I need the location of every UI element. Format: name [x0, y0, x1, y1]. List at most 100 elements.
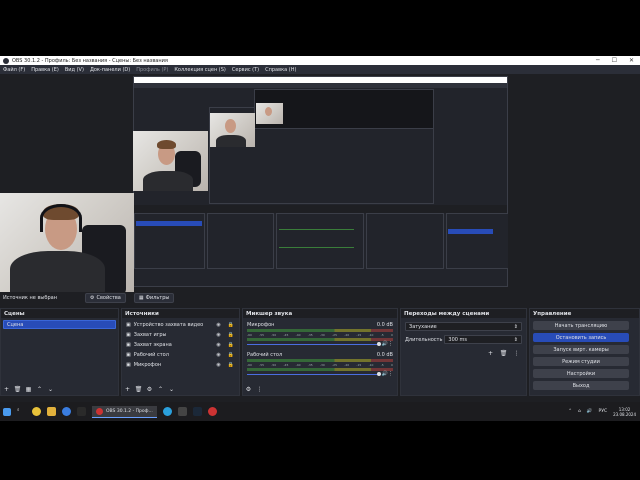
- obs-window: OBS 30.1.2 - Профиль: Без названия - Сце…: [0, 56, 640, 421]
- menu-docks[interactable]: Док-панели (D): [90, 67, 130, 73]
- gear-icon[interactable]: ⚙: [146, 386, 153, 393]
- telegram-icon[interactable]: [162, 407, 172, 416]
- folder-icon[interactable]: [47, 407, 56, 416]
- language-indicator[interactable]: РУС: [598, 409, 607, 414]
- system-tray: ⌃ ⌂ 🔊 РУС 13:02 23.08.2024: [568, 407, 640, 417]
- eye-icon[interactable]: ◉: [216, 362, 220, 368]
- app-icon[interactable]: [207, 407, 217, 416]
- chevron-up-icon[interactable]: ⌃: [157, 386, 164, 393]
- level-meter: [247, 338, 393, 341]
- volume-slider[interactable]: 🔊 ⋮: [247, 341, 393, 347]
- sources-toolbar: + 🗑 ⚙ ⌃ ⌄: [124, 386, 175, 393]
- network-icon[interactable]: ⌂: [578, 409, 581, 414]
- controls-dock: Управление Начать трансляцию Остановить …: [529, 308, 640, 396]
- source-item[interactable]: ▣ Устройство захвата видео ◉ 🔒: [124, 320, 237, 330]
- taskbar-obs-item[interactable]: OBS 30.1.2 - Проф...: [92, 405, 157, 418]
- trash-icon[interactable]: 🗑: [135, 386, 143, 393]
- mixer-title: Микшер звука: [243, 309, 397, 318]
- preview-area: [0, 74, 640, 294]
- source-item[interactable]: ▣ Микрофон ◉ 🔒: [124, 360, 237, 370]
- volume-icon[interactable]: 🔊: [587, 409, 593, 414]
- channel-db: 0.0 dB: [376, 322, 393, 328]
- scenes-toolbar: + 🗑 ▦ ⌃ ⌄: [3, 386, 54, 393]
- lock-icon[interactable]: 🔒: [228, 322, 234, 328]
- browser-icon[interactable]: [32, 407, 41, 416]
- transition-select[interactable]: Затухание ⇕: [405, 322, 522, 331]
- duration-label: Длительность: [405, 336, 443, 343]
- menu-file[interactable]: Файл (F): [3, 67, 25, 73]
- window-controls: ─ ☐ ✕: [596, 57, 640, 64]
- chevron-up-icon[interactable]: ⌃: [36, 386, 43, 393]
- more-icon[interactable]: ⋮: [513, 350, 520, 357]
- lock-icon[interactable]: 🔒: [228, 362, 234, 368]
- search-icon[interactable]: ⌕: [17, 407, 26, 416]
- no-source-label: Источник не выбран: [3, 295, 57, 301]
- nested-webcam-2: [210, 113, 255, 147]
- menu-scene-collection[interactable]: Коллекция сцен (S): [174, 67, 226, 73]
- start-virtual-camera-button[interactable]: Запуск вирт. камеры: [533, 345, 629, 354]
- controls-title: Управление: [530, 309, 639, 318]
- lock-icon[interactable]: 🔒: [228, 332, 234, 338]
- settings-button[interactable]: Настройки: [533, 369, 629, 378]
- filters-button[interactable]: ▦ Фильтры: [133, 293, 175, 303]
- source-item[interactable]: ▣ Захват экрана ◉ 🔒: [124, 340, 237, 350]
- eye-icon[interactable]: ◉: [216, 322, 220, 328]
- app-icon[interactable]: [77, 407, 86, 416]
- channel-db: 0.0 dB: [376, 352, 393, 358]
- source-item[interactable]: ▣ Захват игры ◉ 🔒: [124, 330, 237, 340]
- chevron-down-icon[interactable]: ⌄: [47, 386, 54, 393]
- add-icon[interactable]: +: [124, 386, 131, 393]
- webcam-capture[interactable]: [0, 193, 134, 294]
- chevron-down-icon[interactable]: ⌄: [168, 386, 175, 393]
- duration-input[interactable]: 300 ms ⇕: [444, 335, 522, 344]
- menu-tools[interactable]: Сервис (T): [232, 67, 259, 73]
- chevron-up-icon[interactable]: ⌃: [568, 409, 572, 414]
- more-icon[interactable]: ⋮: [388, 341, 393, 347]
- scene-item[interactable]: Сцена: [3, 320, 116, 329]
- trash-icon[interactable]: 🗑: [500, 350, 508, 357]
- clock[interactable]: 13:02 23.08.2024: [613, 407, 636, 417]
- scenes-title: Сцены: [1, 309, 118, 318]
- source-item[interactable]: ▣ Рабочий стол ◉ 🔒: [124, 350, 237, 360]
- program-preview[interactable]: [133, 76, 508, 287]
- mixer-channel-desktop: Рабочий стол 0.0 dB -60 -55 -50 -45 -40 -35 -30…: [245, 352, 395, 377]
- lock-icon[interactable]: 🔒: [228, 342, 234, 348]
- more-icon[interactable]: ⋮: [388, 371, 393, 377]
- eye-icon[interactable]: ◉: [216, 352, 220, 358]
- gear-icon[interactable]: ⚙: [245, 386, 252, 393]
- chevron-updown-icon: ⇕: [513, 336, 518, 343]
- menu-edit[interactable]: Правка (E): [31, 67, 59, 73]
- taskbar: ⌕ OBS 30.1.2 - Проф... ⌃ ⌂ 🔊 РУС 13:02 23…: [0, 402, 640, 421]
- filter-icon: ▦: [138, 295, 144, 301]
- close-icon[interactable]: ✕: [629, 57, 634, 64]
- stop-recording-button[interactable]: Остановить запись: [533, 333, 629, 342]
- eye-icon[interactable]: ◉: [216, 342, 220, 348]
- minimize-icon[interactable]: ─: [596, 57, 600, 64]
- trash-icon[interactable]: 🗑: [14, 386, 22, 393]
- maximize-icon[interactable]: ☐: [612, 57, 617, 64]
- exit-button[interactable]: Выход: [533, 381, 629, 390]
- sources-dock: Источники ▣ Устройство захвата видео ◉ 🔒 ▣ З…: [121, 308, 240, 396]
- speaker-icon: ▣: [126, 352, 131, 358]
- menu-profile[interactable]: Профиль (P): [136, 67, 168, 73]
- steam-icon[interactable]: [192, 407, 202, 416]
- level-meter: [247, 329, 393, 332]
- add-icon[interactable]: +: [3, 386, 10, 393]
- app-icon[interactable]: [177, 407, 187, 416]
- transitions-dock: Переходы между сценами Затухание ⇕ Длител…: [400, 308, 527, 396]
- start-streaming-button[interactable]: Начать трансляцию: [533, 321, 629, 330]
- add-icon[interactable]: +: [487, 350, 494, 357]
- transitions-title: Переходы между сценами: [401, 309, 526, 318]
- windows-start-icon[interactable]: [3, 407, 11, 416]
- filter-icon[interactable]: ▦: [25, 386, 32, 393]
- menu-help[interactable]: Справка (H): [265, 67, 296, 73]
- studio-mode-button[interactable]: Режим студии: [533, 357, 629, 366]
- nested-webcam-1: [133, 131, 208, 191]
- app-icon[interactable]: [62, 407, 71, 416]
- properties-button[interactable]: ⚙ Свойства: [84, 293, 126, 303]
- volume-slider[interactable]: 🔊 ⋮: [247, 371, 393, 377]
- more-icon[interactable]: ⋮: [256, 386, 263, 393]
- eye-icon[interactable]: ◉: [216, 332, 220, 338]
- lock-icon[interactable]: 🔒: [228, 352, 234, 358]
- menu-view[interactable]: Вид (V): [65, 67, 84, 73]
